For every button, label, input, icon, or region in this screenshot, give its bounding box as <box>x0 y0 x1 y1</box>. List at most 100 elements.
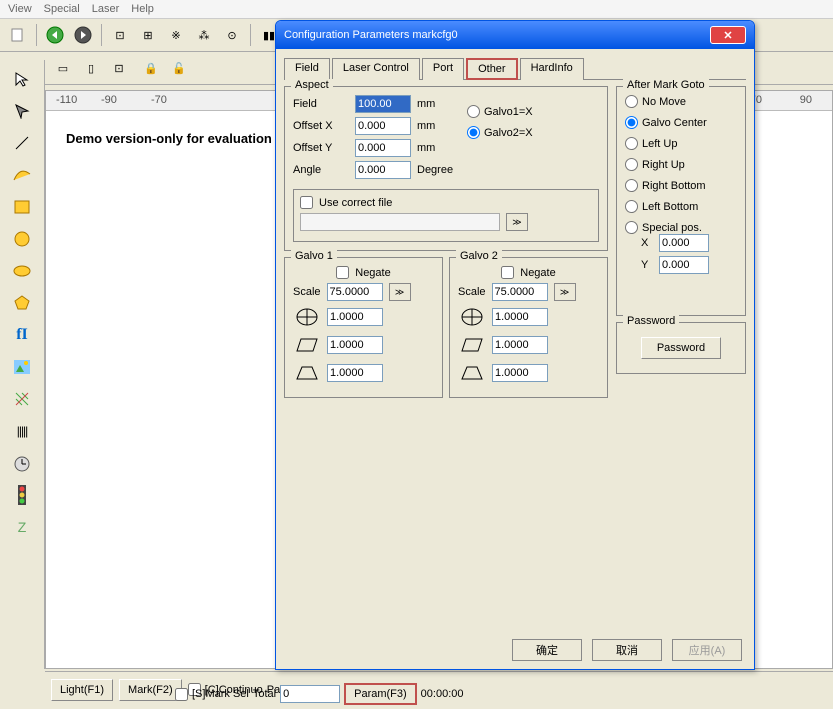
galvo1-v2-input[interactable] <box>327 336 383 354</box>
forward-icon[interactable] <box>71 23 95 47</box>
rightbottom-radio[interactable]: Right Bottom <box>625 179 737 192</box>
galvo2-scale-label: Scale <box>458 286 486 298</box>
node-tool-4-icon[interactable]: ⁂ <box>192 23 216 47</box>
correct-file-checkbox[interactable] <box>300 196 313 209</box>
barrel-icon <box>293 305 321 329</box>
total-field[interactable] <box>280 685 340 703</box>
aspect-legend: Aspect <box>291 79 333 91</box>
galvo1-legend: Galvo 1 <box>291 250 337 262</box>
offsety-label: Offset Y <box>293 142 349 154</box>
offsety-unit: mm <box>417 142 455 154</box>
galvo1-negate-checkbox[interactable] <box>336 266 349 279</box>
password-button[interactable]: Password <box>641 337 721 359</box>
galvo1x-radio[interactable]: Galvo1=X <box>467 105 533 118</box>
close-icon[interactable]: ✕ <box>710 26 746 44</box>
menu-view[interactable]: View <box>8 3 32 15</box>
traffic-tool-icon[interactable] <box>8 482 36 508</box>
line-tool-icon[interactable] <box>8 130 36 156</box>
rect-tool-icon[interactable] <box>8 194 36 220</box>
image-tool-icon[interactable] <box>8 354 36 380</box>
leftup-radio[interactable]: Left Up <box>625 137 737 150</box>
unlock-icon[interactable]: 🔓 <box>167 56 191 80</box>
galvo2-v1-input[interactable] <box>492 308 548 326</box>
lock-icon[interactable]: 🔒 <box>139 56 163 80</box>
galvo1-v3-input[interactable] <box>327 364 383 382</box>
galvo2-scale-input[interactable] <box>492 283 548 301</box>
mark-button[interactable]: Mark(F2) <box>119 679 182 701</box>
password-legend: Password <box>623 315 679 327</box>
correct-file-browse-icon[interactable]: ≫ <box>506 213 528 231</box>
node-tool-3-icon[interactable]: ※ <box>164 23 188 47</box>
tab-laser-control[interactable]: Laser Control <box>332 58 420 80</box>
tab-field[interactable]: Field <box>284 58 330 80</box>
leftbottom-radio[interactable]: Left Bottom <box>625 200 737 213</box>
new-file-icon[interactable] <box>6 23 30 47</box>
trapezoid-icon <box>458 361 486 385</box>
offsety-input[interactable] <box>355 139 411 157</box>
password-group: Password Password <box>616 322 746 374</box>
menu-bar: View Special Laser Help <box>0 0 833 19</box>
ellipse-tool-icon[interactable] <box>8 258 36 284</box>
apply-button[interactable]: 应用(A) <box>672 639 742 661</box>
ok-button[interactable]: 确定 <box>512 639 582 661</box>
time-display: 00:00:00 <box>421 688 464 700</box>
curve-tool-icon[interactable] <box>8 162 36 188</box>
galvocenter-radio[interactable]: Galvo Center <box>625 116 737 129</box>
param-button[interactable]: Param(F3) <box>344 683 417 705</box>
field-input[interactable] <box>355 95 411 113</box>
node-tool-2-icon[interactable]: ⊞ <box>136 23 160 47</box>
tab-other[interactable]: Other <box>466 58 518 80</box>
aspect-group: Aspect Fieldmm Offset Xmm Offset Ymm Ang… <box>284 86 608 251</box>
offsetx-input[interactable] <box>355 117 411 135</box>
galvo2-scale-btn-icon[interactable]: ≫ <box>554 283 576 301</box>
timer-tool-icon[interactable] <box>8 450 36 476</box>
menu-laser[interactable]: Laser <box>92 3 120 15</box>
hatch-tool-icon[interactable] <box>8 386 36 412</box>
menu-special[interactable]: Special <box>44 3 80 15</box>
pointer-tool-icon[interactable] <box>8 98 36 124</box>
dialog-buttons: 确定 取消 应用(A) <box>512 639 742 661</box>
offsetx-label: Offset X <box>293 120 349 132</box>
light-button[interactable]: Light(F1) <box>51 679 113 701</box>
cancel-button[interactable]: 取消 <box>592 639 662 661</box>
tab-port[interactable]: Port <box>422 58 464 80</box>
galvo2x-radio[interactable]: Galvo2=X <box>467 126 533 139</box>
correct-file-path[interactable] <box>300 213 500 231</box>
circle-tool-icon[interactable] <box>8 226 36 252</box>
angle-input[interactable] <box>355 161 411 179</box>
galvo1-scale-btn-icon[interactable]: ≫ <box>389 283 411 301</box>
rightup-radio[interactable]: Right Up <box>625 158 737 171</box>
config-dialog: Configuration Parameters markcfg0 ✕ Fiel… <box>275 20 755 670</box>
barcode-tool-icon[interactable]: ||||| <box>8 418 36 444</box>
specialpos-radio[interactable]: Special pos. <box>625 221 737 234</box>
field-unit: mm <box>417 98 455 110</box>
galvo1-negate-label: Negate <box>355 267 390 279</box>
nomove-radio[interactable]: No Move <box>625 95 737 108</box>
galvo1-v1-input[interactable] <box>327 308 383 326</box>
galvo2-negate-checkbox[interactable] <box>501 266 514 279</box>
total-label: Total <box>253 688 276 700</box>
correct-file-label: Use correct file <box>319 197 392 209</box>
z-tool-icon[interactable]: Z <box>8 514 36 540</box>
sp-y-input[interactable] <box>659 256 709 274</box>
galvo1-scale-input[interactable] <box>327 283 383 301</box>
galvo2-v2-input[interactable] <box>492 336 548 354</box>
tab-hardinfo[interactable]: HardInfo <box>520 58 584 80</box>
sp-y-label: Y <box>641 259 653 271</box>
dialog-title: Configuration Parameters markcfg0 <box>284 29 458 41</box>
select-group-icon[interactable]: ▭ <box>51 56 75 80</box>
menu-help[interactable]: Help <box>131 3 154 15</box>
select-tool-icon[interactable] <box>8 66 36 92</box>
text-tool-icon[interactable]: fI <box>8 322 36 348</box>
node-tool-5-icon[interactable]: ⊙ <box>220 23 244 47</box>
polygon-tool-icon[interactable] <box>8 290 36 316</box>
ungroup-icon[interactable]: ▯ <box>79 56 103 80</box>
node-tool-1-icon[interactable]: ⊡ <box>108 23 132 47</box>
marksel-checkbox[interactable] <box>175 688 188 701</box>
dialog-titlebar[interactable]: Configuration Parameters markcfg0 ✕ <box>276 21 754 49</box>
sp-x-input[interactable] <box>659 234 709 252</box>
field-label: Field <box>293 98 349 110</box>
lock-layer-icon[interactable]: ⊡ <box>107 56 131 80</box>
back-icon[interactable] <box>43 23 67 47</box>
galvo2-v3-input[interactable] <box>492 364 548 382</box>
